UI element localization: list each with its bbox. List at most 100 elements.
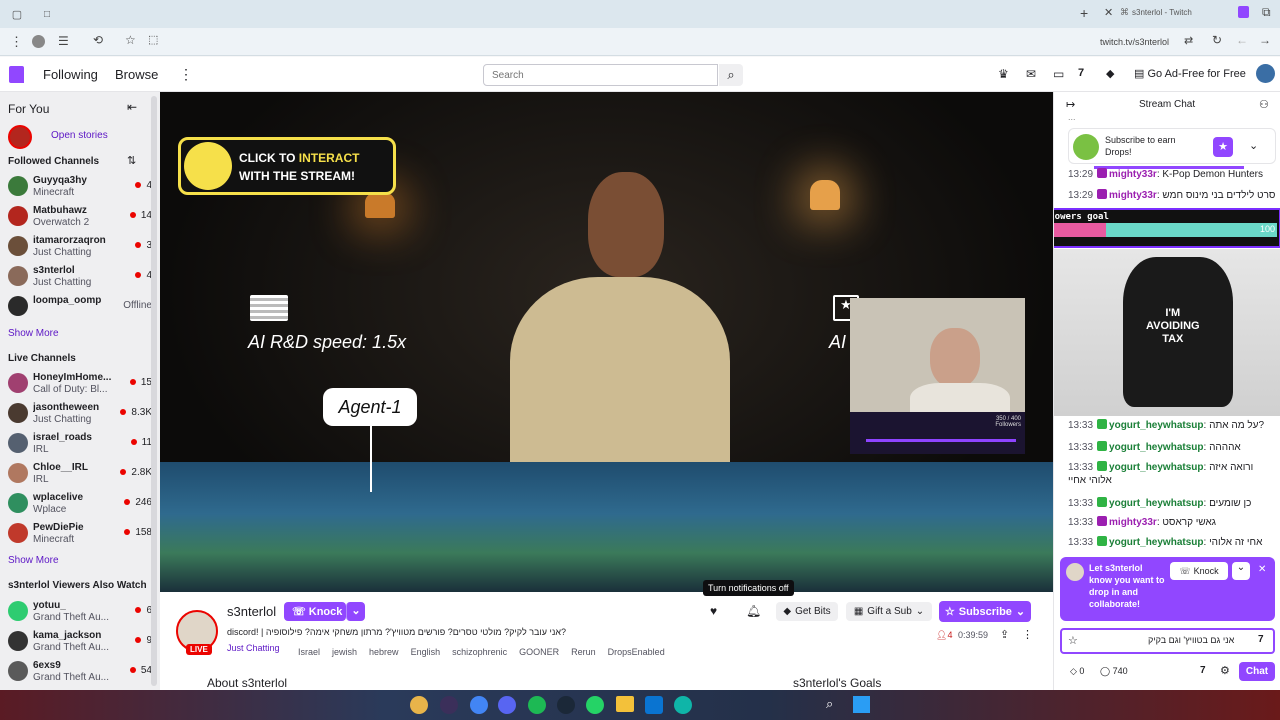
close-tab-icon[interactable]: ✕ [1104,6,1113,19]
back-icon[interactable]: → [1259,33,1271,47]
taskbar-edge-icon[interactable] [674,696,692,714]
chat-message[interactable]: 13:33 mighty33r: גאשי קראסט [1068,516,1278,528]
taskbar-browser-icon[interactable] [470,696,488,714]
message-username[interactable]: yogurt_heywhatsup [1109,498,1203,509]
channel-points-balance[interactable]: ◯ 740 [1100,666,1128,677]
live-channel[interactable]: Chloe__IRL IRL 2.8K [0,459,160,489]
chat-message[interactable]: 13:33 yogurt_heywhatsup: אהההה [1068,441,1278,453]
taskbar-obs-icon[interactable] [440,696,458,714]
follow-heart-icon[interactable]: ♥ [710,604,717,618]
followed-channel[interactable]: Guyyqa3hy Minecraft 4 [0,172,160,202]
knock-card-close-icon[interactable]: ✕ [1258,564,1266,575]
sidebar-scrollbar[interactable] [151,96,157,686]
followed-channel[interactable]: Matbuhawz Overwatch 2 14 [0,202,160,232]
bookmark-star-icon[interactable]: ☆ [125,33,136,47]
window-menu-icon[interactable]: ▢ [10,7,24,21]
message-username[interactable]: yogurt_heywhatsup [1109,420,1203,431]
taskbar-spotify-icon[interactable] [528,696,546,714]
screenshot-icon[interactable]: ⬚ [148,33,158,46]
show-more-followed[interactable]: Show More [8,328,59,339]
extensions-icon[interactable]: ⟲ [93,33,103,47]
collapse-chat-icon[interactable]: ↦ [1066,98,1075,111]
taskbar-steam-icon[interactable] [557,696,575,714]
nav-more-icon[interactable]: ⋮ [179,66,193,83]
message-username[interactable]: mighty33r [1109,517,1157,528]
chat-message[interactable]: 13:33 yogurt_heywhatsup: על מה אתה? [1068,419,1278,431]
knock-card-chevron-icon[interactable]: ⌄ [1232,562,1250,580]
game-link[interactable]: Just Chatting [227,643,280,653]
stream-tag[interactable]: hebrew [369,647,399,657]
also-watch-channel[interactable]: yotuu_ Grand Theft Au... 6 [0,597,160,627]
chat-message[interactable]: 13:33 yogurt_heywhatsup: אחי זה אלוהי [1068,536,1278,548]
user-avatar[interactable] [1256,64,1275,83]
search-button[interactable]: ⌕ [719,64,743,86]
extension-icon[interactable] [1238,6,1249,18]
chat-message[interactable]: אלוהי אחיי [1068,475,1278,486]
open-stories-link[interactable]: Open stories [51,130,108,141]
taskbar-chrome-icon[interactable] [410,696,428,714]
subscribe-button[interactable]: ☆ Subscribe ⌄ [939,601,1031,622]
stream-tag[interactable]: Israel [298,647,320,657]
get-bits-button[interactable]: ◆ Get Bits [776,602,838,621]
interact-banner[interactable]: CLICK TO INTERACT WITH THE STREAM! [178,137,396,195]
more-options-icon[interactable]: ⋮ [1022,628,1033,641]
followed-channel[interactable]: s3nterlol Just Chatting 4 [0,262,160,292]
taskbar-start-icon[interactable] [853,696,870,713]
chat-input-box[interactable]: ☆ אני גם בטוויץ' וגם בקיק 7 [1060,628,1275,654]
knock-dropdown-button[interactable]: ⌄ [346,602,365,621]
chat-users-icon[interactable]: ⚇ [1259,98,1269,111]
channel-points[interactable]: ◇ 0 [1070,666,1084,677]
active-tab[interactable]: ⌘ s3nterlol - Twitch [1118,3,1238,25]
search-input[interactable] [483,64,718,86]
channel-name[interactable]: s3nterlol [227,604,276,619]
extension-7tv-icon[interactable]: 7 [1078,67,1084,79]
nav-following[interactable]: Following [43,67,98,82]
profile-icon[interactable] [32,35,45,48]
chat-message[interactable]: 13:29 mighty33r: סרט לילדים בני מינוס חמש [1068,189,1278,201]
stories-avatar[interactable] [8,125,32,149]
nav-browse[interactable]: Browse [115,67,158,82]
gift-sub-button[interactable]: ▦ Gift a Sub ⌄ [846,602,932,621]
whispers-icon[interactable]: ▭ [1053,67,1064,81]
knock-button[interactable]: ☏ Knock [284,602,346,621]
tab-actions-icon[interactable]: □ [40,7,54,21]
taskbar-whatsapp-icon[interactable] [586,696,604,714]
message-username[interactable]: mighty33r [1109,169,1157,180]
drops-chevron-icon[interactable]: ⌄ [1249,139,1258,152]
drops-star-icon[interactable]: ★ [1213,137,1233,157]
site-settings-icon[interactable]: ⇄ [1184,34,1193,47]
message-username[interactable]: yogurt_heywhatsup [1109,537,1203,548]
live-channel[interactable]: wplacelive Wplace 246 [0,489,160,519]
share-icon[interactable]: ⇪ [1000,628,1009,641]
stream-tag[interactable]: jewish [332,647,357,657]
stream-tag[interactable]: Rerun [571,647,596,657]
forward-icon[interactable]: ← [1236,33,1248,47]
bits-icon[interactable]: ◆ [1106,67,1114,80]
video-player[interactable]: CLICK TO INTERACT WITH THE STREAM! AI R&… [160,92,1053,592]
also-watch-channel[interactable]: 6exs9 Grand Theft Au... 54 [0,657,160,687]
message-username[interactable]: yogurt_heywhatsup [1109,462,1203,473]
restore-window-icon[interactable]: ⧉ [1262,5,1271,20]
chat-message[interactable]: 13:33 yogurt_heywhatsup: כן שומעים [1068,497,1278,509]
taskbar-search-icon[interactable]: ⌕ [826,696,833,712]
reload-icon[interactable]: ↻ [1212,33,1222,47]
chat-settings-icon[interactable]: ⚙ [1220,664,1230,677]
chat-extension-icon[interactable]: 7 [1200,665,1206,676]
url-text[interactable]: twitch.tv/s3nterlol [1100,37,1169,47]
show-more-live[interactable]: Show More [8,555,59,566]
taskbar-discord-icon[interactable] [498,696,516,714]
taskbar-store-icon[interactable] [645,696,663,714]
knock-card-button[interactable]: ☏ Knock [1170,562,1228,580]
emote-picker-icon[interactable]: 7 [1258,634,1264,645]
live-channel[interactable]: israel_roads IRL 11 [0,429,160,459]
sidebar-toggle-icon[interactable]: ☰ [58,34,69,48]
message-username[interactable]: mighty33r [1109,190,1157,201]
chat-input-star-icon[interactable]: ☆ [1068,634,1078,647]
message-username[interactable]: yogurt_heywhatsup [1109,442,1203,453]
taskbar-folder-icon[interactable] [616,696,634,712]
chat-message[interactable]: 13:33 yogurt_heywhatsup: ורואה איזה [1068,461,1278,473]
ad-free-button[interactable]: ▤ Go Ad-Free for Free [1134,67,1246,80]
new-tab-button[interactable]: + [1080,5,1088,21]
stream-tag[interactable]: English [411,647,441,657]
inbox-icon[interactable]: ✉ [1026,67,1036,81]
